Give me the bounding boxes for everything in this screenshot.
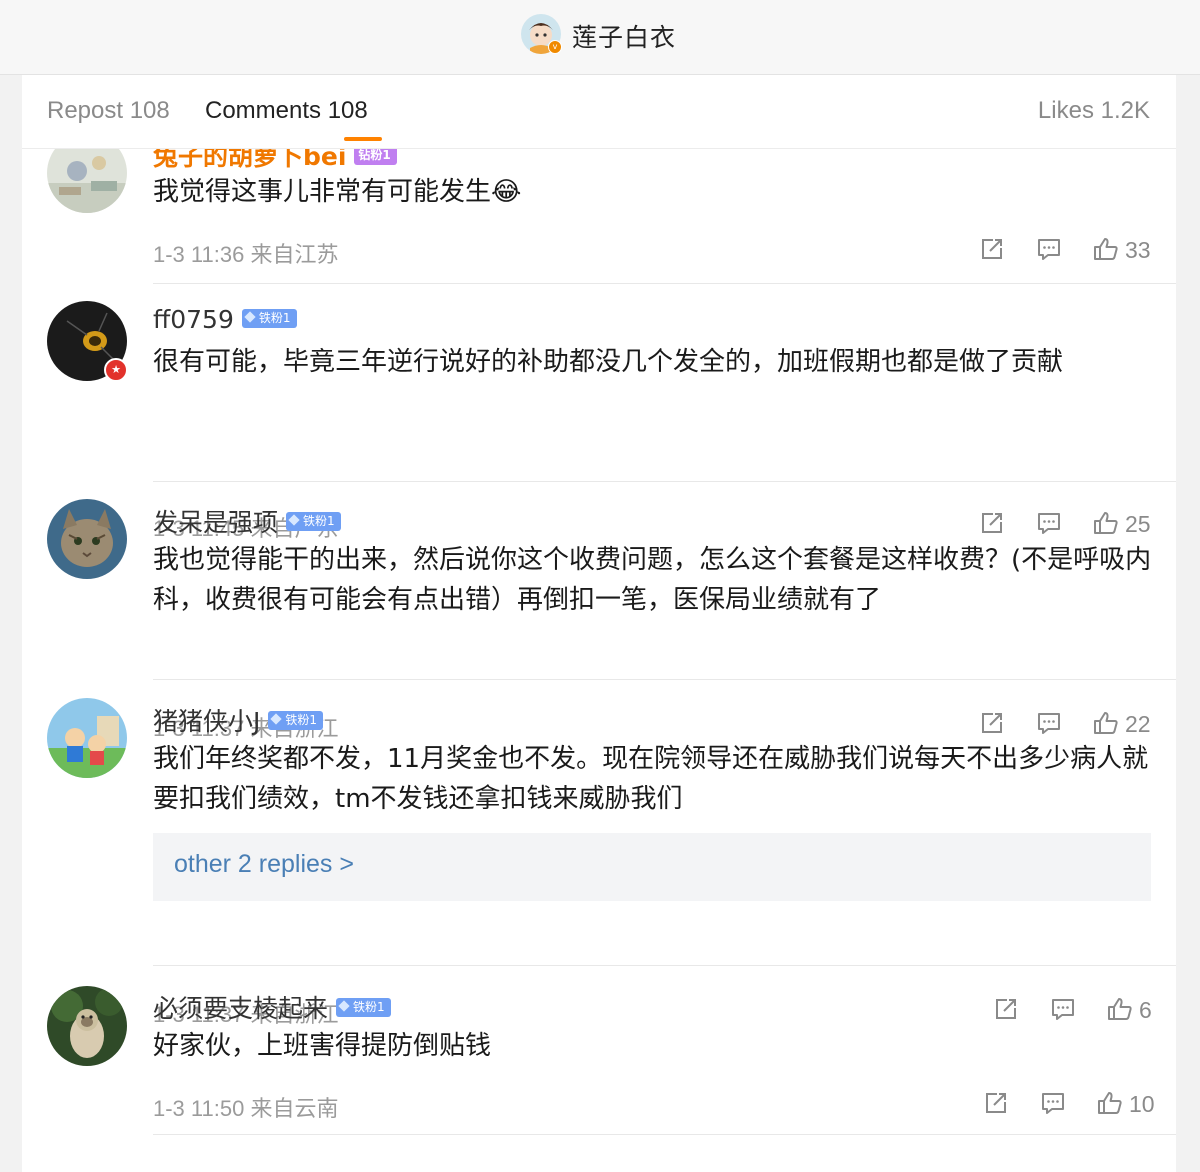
comment-text-body: 我觉得这事儿非常有可能发生: [153, 177, 492, 207]
comment-username[interactable]: 猪猪侠小J 铁粉1: [153, 702, 324, 738]
comment-text: 我也觉得能干的出来，然后说你这个收费问题，怎么这个套餐是这样收费？(不是呼吸内科…: [153, 545, 1152, 615]
divider: [153, 283, 1176, 284]
like-icon[interactable]: [1093, 710, 1119, 736]
comment-text: 我们年终奖都不发，11月奖金也不发。现在院领导还在威胁我们说每天不出多少病人就要…: [153, 744, 1149, 814]
tab-repost[interactable]: Repost 108: [47, 97, 170, 125]
comment-actions: 25: [982, 510, 1151, 540]
divider: [153, 679, 1176, 680]
like-icon[interactable]: [1097, 1090, 1123, 1116]
like-count: 6: [1139, 997, 1152, 1023]
comment-actions: 6: [996, 996, 1152, 1026]
repost-icon[interactable]: [993, 996, 1019, 1022]
fan-badge-label: 铁粉1: [353, 999, 385, 1014]
comment-avatar[interactable]: [47, 986, 127, 1066]
comment-icon[interactable]: [1036, 510, 1062, 536]
laughing-emoji-icon: 😂: [491, 177, 522, 207]
fan-badge-label: 钻粉1: [358, 147, 391, 162]
comment-avatar[interactable]: ★: [47, 301, 128, 382]
like-count: 10: [1129, 1091, 1155, 1117]
repost-icon[interactable]: [979, 710, 1005, 736]
fan-badge: 铁粉1: [286, 511, 341, 531]
comment-username[interactable]: 必须要支棱起来 铁粉1: [153, 989, 391, 1025]
fan-badge-label: 铁粉1: [258, 310, 291, 325]
fan-badge: 铁粉1: [336, 997, 391, 1017]
comment-actions: 33: [982, 236, 1151, 266]
comment-username[interactable]: 发呆是强项 铁粉1: [153, 503, 341, 539]
divider: [153, 965, 1176, 966]
comment-meta: 1-3 11:36 来自江苏: [153, 242, 339, 267]
fan-badge: 铁粉1: [268, 710, 324, 730]
comment-avatar[interactable]: [47, 698, 127, 778]
username-text: 必须要支棱起来: [153, 994, 329, 1023]
repost-icon[interactable]: [979, 510, 1005, 536]
divider: [153, 1134, 1176, 1135]
comment-icon[interactable]: [1036, 710, 1062, 736]
comment-actions: 22: [982, 710, 1151, 740]
like-icon[interactable]: [1093, 236, 1119, 262]
active-tab-indicator: [344, 137, 382, 141]
replies-link[interactable]: other 2 replies >: [174, 850, 354, 879]
repost-icon[interactable]: [979, 236, 1005, 262]
comment-text: 很有可能，毕竟三年逆行说好的补助都没几个发全的，加班假期也都是做了贡献: [153, 347, 1064, 377]
author-name[interactable]: 莲子白衣: [572, 18, 676, 54]
comments-panel: 兔子的胡萝卜bei 钻粉1 我觉得这事儿非常有可能发生😂 1-3 11:36 来自…: [22, 75, 1176, 1172]
vip-badge-icon: ★: [104, 358, 128, 382]
comment-username[interactable]: ff0759 铁粉1: [153, 305, 297, 334]
tab-comments[interactable]: Comments 108: [205, 97, 368, 125]
comment-icon[interactable]: [1040, 1090, 1066, 1116]
username-text: 发呆是强项: [153, 508, 279, 537]
divider: [153, 481, 1176, 482]
comment-icon[interactable]: [1036, 236, 1062, 262]
tab-likes[interactable]: Likes 1.2K: [1038, 97, 1150, 125]
like-count: 25: [1125, 511, 1151, 537]
username-text: ff0759: [153, 305, 234, 334]
top-bar: v 莲子白衣: [0, 0, 1200, 75]
like-icon[interactable]: [1107, 996, 1133, 1022]
like-count: 33: [1125, 237, 1151, 263]
comment-text: 好家伙，上班害得提防倒贴钱: [153, 1031, 492, 1061]
like-count: 22: [1125, 711, 1151, 737]
comment-actions: 10: [986, 1090, 1155, 1120]
comment-avatar[interactable]: [47, 499, 127, 579]
fan-badge-label: 铁粉1: [303, 513, 335, 528]
comment-text: 我觉得这事儿非常有可能发生😂: [153, 172, 1153, 212]
comment-icon[interactable]: [1050, 996, 1076, 1022]
username-text: 猪猪侠小J: [153, 707, 261, 736]
fan-badge-label: 铁粉1: [285, 712, 318, 727]
fan-badge: 铁粉1: [241, 308, 297, 328]
comment-meta: 1-3 11:50 来自云南: [153, 1096, 339, 1121]
verified-badge: v: [548, 40, 562, 54]
tab-bar: Repost 108 Comments 108 Likes 1.2K: [22, 75, 1176, 149]
repost-icon[interactable]: [983, 1090, 1009, 1116]
replies-link-box[interactable]: other 2 replies >: [153, 833, 1151, 901]
like-icon[interactable]: [1093, 510, 1119, 536]
